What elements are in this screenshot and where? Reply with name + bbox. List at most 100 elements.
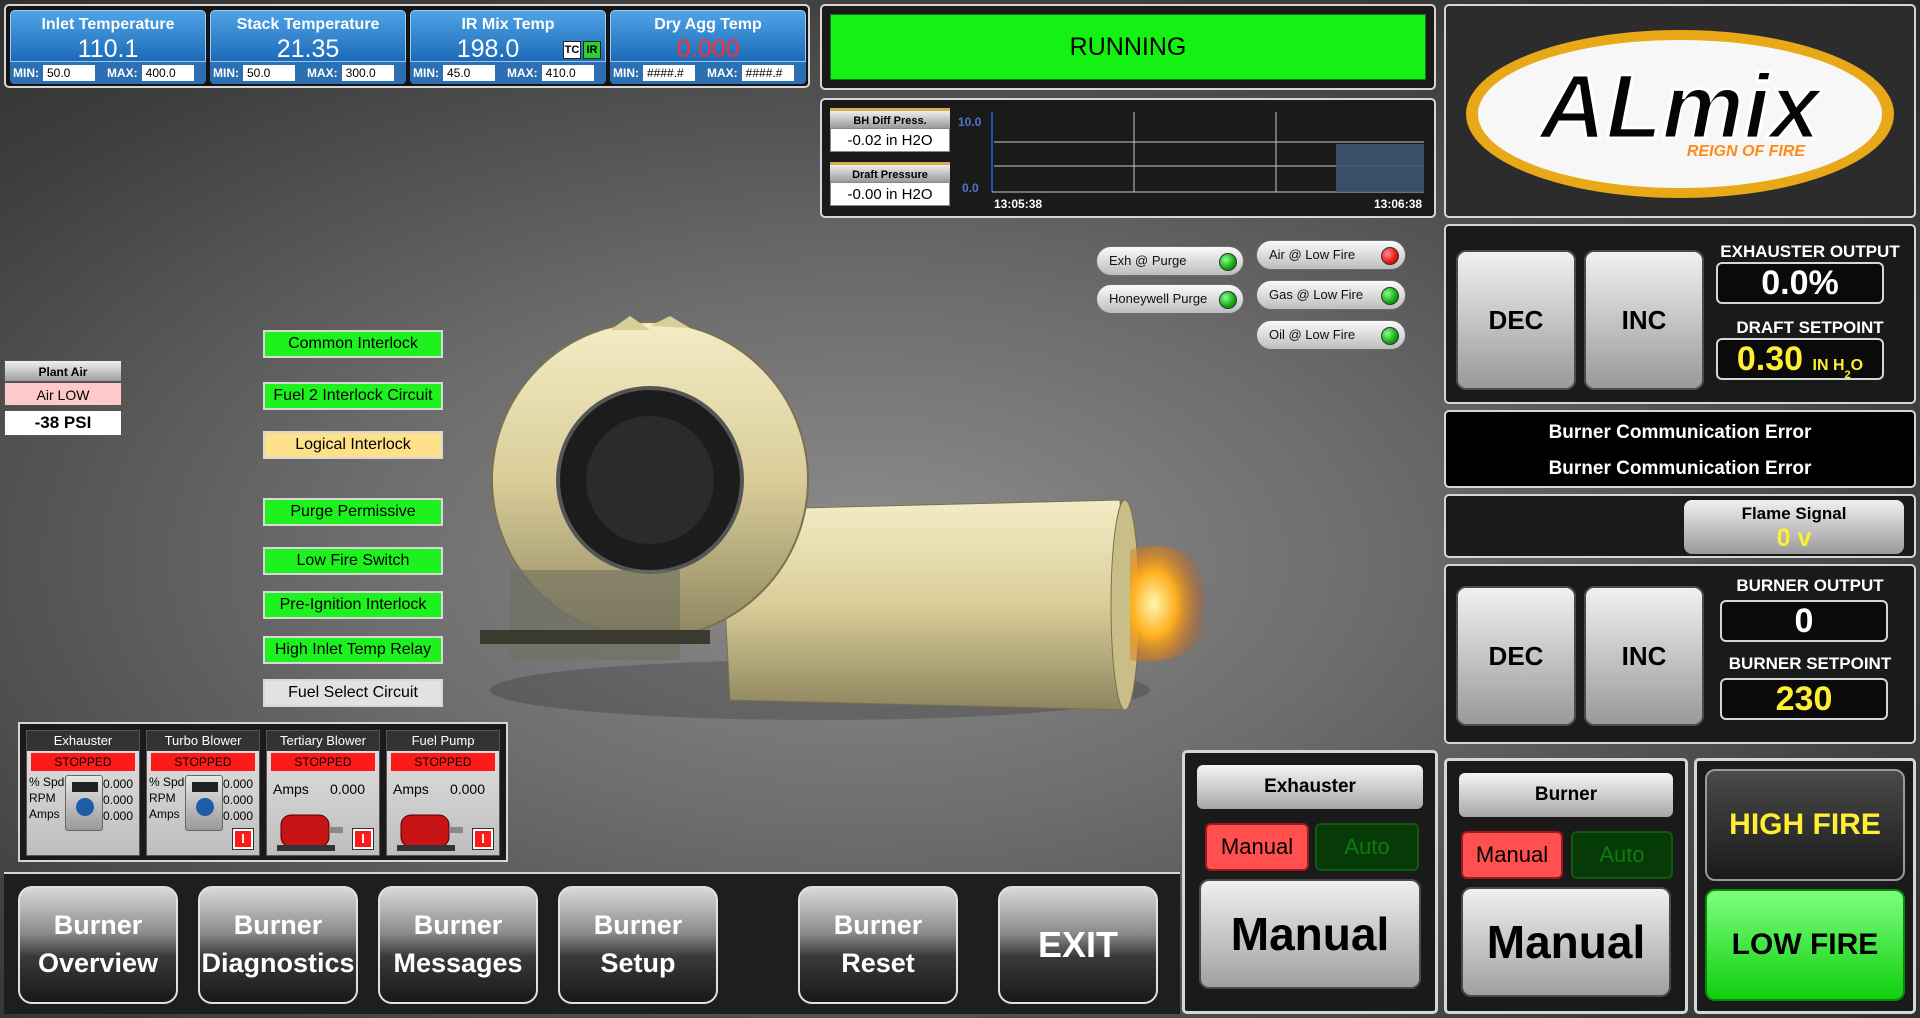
flame-icon <box>1130 545 1210 662</box>
logo-tagline: REIGN OF FIRE <box>1687 143 1807 160</box>
motor-value: 0.000 <box>222 809 253 823</box>
burner-auto-button[interactable]: Auto <box>1571 831 1673 879</box>
exhauster-inc-button[interactable]: INC <box>1584 250 1704 390</box>
motor-stop-button[interactable]: I <box>352 828 374 850</box>
turbo-blower-motor[interactable]: Turbo Blower STOPPED % Spd RPM Amps 0.00… <box>146 730 260 856</box>
tertiary-blower-motor[interactable]: Tertiary Blower STOPPED Amps 0.000 I <box>266 730 380 856</box>
burner-setpoint-label: BURNER SETPOINT <box>1728 654 1892 673</box>
burner-overview-button[interactable]: Burner Overview <box>18 886 178 1004</box>
min-input[interactable]: 50.0 <box>43 65 95 81</box>
motor-label: RPM <box>149 791 176 805</box>
burner-mode-display[interactable]: Manual <box>1461 887 1671 997</box>
motor-value: 0.000 <box>329 781 365 797</box>
motor-value: 0.000 <box>102 777 133 791</box>
navigation-bar: Burner Overview Burner Diagnostics Burner M… <box>4 872 1180 1014</box>
max-label: MAX: <box>307 66 338 80</box>
low-fire-button[interactable]: LOW FIRE <box>1705 889 1905 1001</box>
burner-inlet-inner <box>586 416 714 544</box>
exhauster-output-panel: DEC INC EXHAUSTER OUTPUT 0.0% DRAFT SETP… <box>1444 224 1916 404</box>
burner-output-value: 0 <box>1720 600 1888 642</box>
trend-t-start: 13:05:38 <box>994 197 1042 210</box>
status-led-icon <box>1219 253 1237 271</box>
ir-mix-temp-cell: IR Mix Temp 198.0 TC IR MIN: 45.0 MAX: 4… <box>410 10 606 84</box>
motor-status: STOPPED <box>391 753 495 771</box>
motor-name: Fuel Pump <box>387 731 499 751</box>
min-label: MIN: <box>613 66 639 80</box>
exhauster-motor[interactable]: Exhauster STOPPED % Spd RPM Amps 0.000 0… <box>26 730 140 856</box>
max-input[interactable]: 300.0 <box>341 65 394 81</box>
motor-stop-button[interactable]: I <box>232 828 254 850</box>
max-label: MAX: <box>707 66 738 80</box>
almix-logo: ALmix REIGN OF FIRE <box>1466 30 1894 198</box>
motor-value: 0.000 <box>102 793 133 807</box>
min-label: MIN: <box>213 66 239 80</box>
motor-label: RPM <box>29 791 56 805</box>
purge-permissive[interactable]: Purge Permissive <box>263 498 443 526</box>
vfd-icon <box>185 775 223 831</box>
burner-messages-button[interactable]: Burner Messages <box>378 886 538 1004</box>
common-interlock[interactable]: Common Interlock <box>263 330 443 358</box>
temp-value: 0.000 <box>676 35 740 63</box>
motor-stop-button[interactable]: I <box>472 828 494 850</box>
exhauster-mode-title: Exhauster <box>1197 765 1423 809</box>
motor-status: STOPPED <box>271 753 375 771</box>
burner-reset-button[interactable]: Burner Reset <box>798 886 958 1004</box>
motor-name: Exhauster <box>27 731 139 751</box>
dry-agg-temp-cell: Dry Agg Temp 0.000 MIN: ####.# MAX: ####… <box>610 10 806 84</box>
inlet-temperature-cell: Inlet Temperature 110.1 MIN: 50.0 MAX: 4… <box>10 10 206 84</box>
exhauster-output-label: EXHAUSTER OUTPUT <box>1720 242 1900 261</box>
fuel-select-circuit[interactable]: Fuel Select Circuit <box>263 679 443 707</box>
motor-label: Amps <box>273 781 309 797</box>
logical-interlock[interactable]: Logical Interlock <box>263 431 443 459</box>
temp-title: IR Mix Temp <box>461 16 555 33</box>
burner-inc-button[interactable]: INC <box>1584 586 1704 726</box>
min-input[interactable]: 45.0 <box>443 65 495 81</box>
logo-frame: ALmix REIGN OF FIRE <box>1444 4 1916 218</box>
fuel-pump-motor[interactable]: Fuel Pump STOPPED Amps 0.000 I <box>386 730 500 856</box>
trend-t-end: 13:06:38 <box>1374 197 1422 210</box>
exhauster-output-value: 0.0% <box>1716 262 1884 304</box>
exhauster-manual-button[interactable]: Manual <box>1205 823 1309 871</box>
burner-setpoint-field[interactable]: 230 <box>1720 678 1888 720</box>
fuel-2-interlock-circuit[interactable]: Fuel 2 Interlock Circuit <box>263 382 443 410</box>
flame-signal-panel: Flame Signal 0 v <box>1444 494 1916 558</box>
max-input[interactable]: ####.# <box>741 65 794 81</box>
burner-manual-button[interactable]: Manual <box>1461 831 1563 879</box>
burner-diagnostics-button[interactable]: Burner Diagnostics <box>198 886 358 1004</box>
electric-motor-icon <box>277 814 343 851</box>
temp-value: 110.1 <box>77 35 139 63</box>
burner-output-panel: DEC INC BURNER OUTPUT 0 BURNER SETPOINT … <box>1444 564 1916 744</box>
motor-name: Tertiary Blower <box>267 731 379 751</box>
motor-value: 0.000 <box>222 777 253 791</box>
draft-setpoint-field[interactable]: 0.30 IN H2O <box>1716 338 1884 381</box>
burner-dec-button[interactable]: DEC <box>1456 586 1576 726</box>
exhauster-auto-button[interactable]: Auto <box>1315 823 1419 871</box>
burner-setup-button[interactable]: Burner Setup <box>558 886 718 1004</box>
gas-train <box>510 570 680 660</box>
ir-button[interactable]: IR <box>583 41 601 59</box>
plant-air-title: Plant Air <box>4 360 122 382</box>
trend-chart[interactable]: 10.0 0.0 13:05:38 13:06:38 <box>954 106 1430 210</box>
low-fire-switch[interactable]: Low Fire Switch <box>263 547 443 575</box>
exhauster-mode-display[interactable]: Manual <box>1199 879 1421 989</box>
tc-button[interactable]: TC <box>563 41 581 59</box>
motor-label: Amps <box>149 807 180 821</box>
min-input[interactable]: ####.# <box>643 65 695 81</box>
temp-title: Dry Agg Temp <box>654 16 762 33</box>
min-label: MIN: <box>13 66 39 80</box>
min-input[interactable]: 50.0 <box>243 65 295 81</box>
trend-y-max: 10.0 <box>958 115 982 129</box>
temp-title: Inlet Temperature <box>41 16 175 33</box>
high-inlet-temp-relay[interactable]: High Inlet Temp Relay <box>263 636 443 664</box>
max-label: MAX: <box>107 66 138 80</box>
tc-ir-selector: TC IR <box>563 41 601 59</box>
flame-signal-value: 0 v <box>1776 524 1812 552</box>
max-input[interactable]: 410.0 <box>541 65 594 81</box>
stack-temperature-cell: Stack Temperature 21.35 MIN: 50.0 MAX: 3… <box>210 10 406 84</box>
max-input[interactable]: 400.0 <box>141 65 194 81</box>
exit-button[interactable]: EXIT <box>998 886 1158 1004</box>
burner-output-label: BURNER OUTPUT <box>1736 576 1884 595</box>
pre-ignition-interlock[interactable]: Pre-Ignition Interlock <box>263 591 443 619</box>
exhauster-dec-button[interactable]: DEC <box>1456 250 1576 390</box>
high-fire-button[interactable]: HIGH FIRE <box>1705 769 1905 881</box>
